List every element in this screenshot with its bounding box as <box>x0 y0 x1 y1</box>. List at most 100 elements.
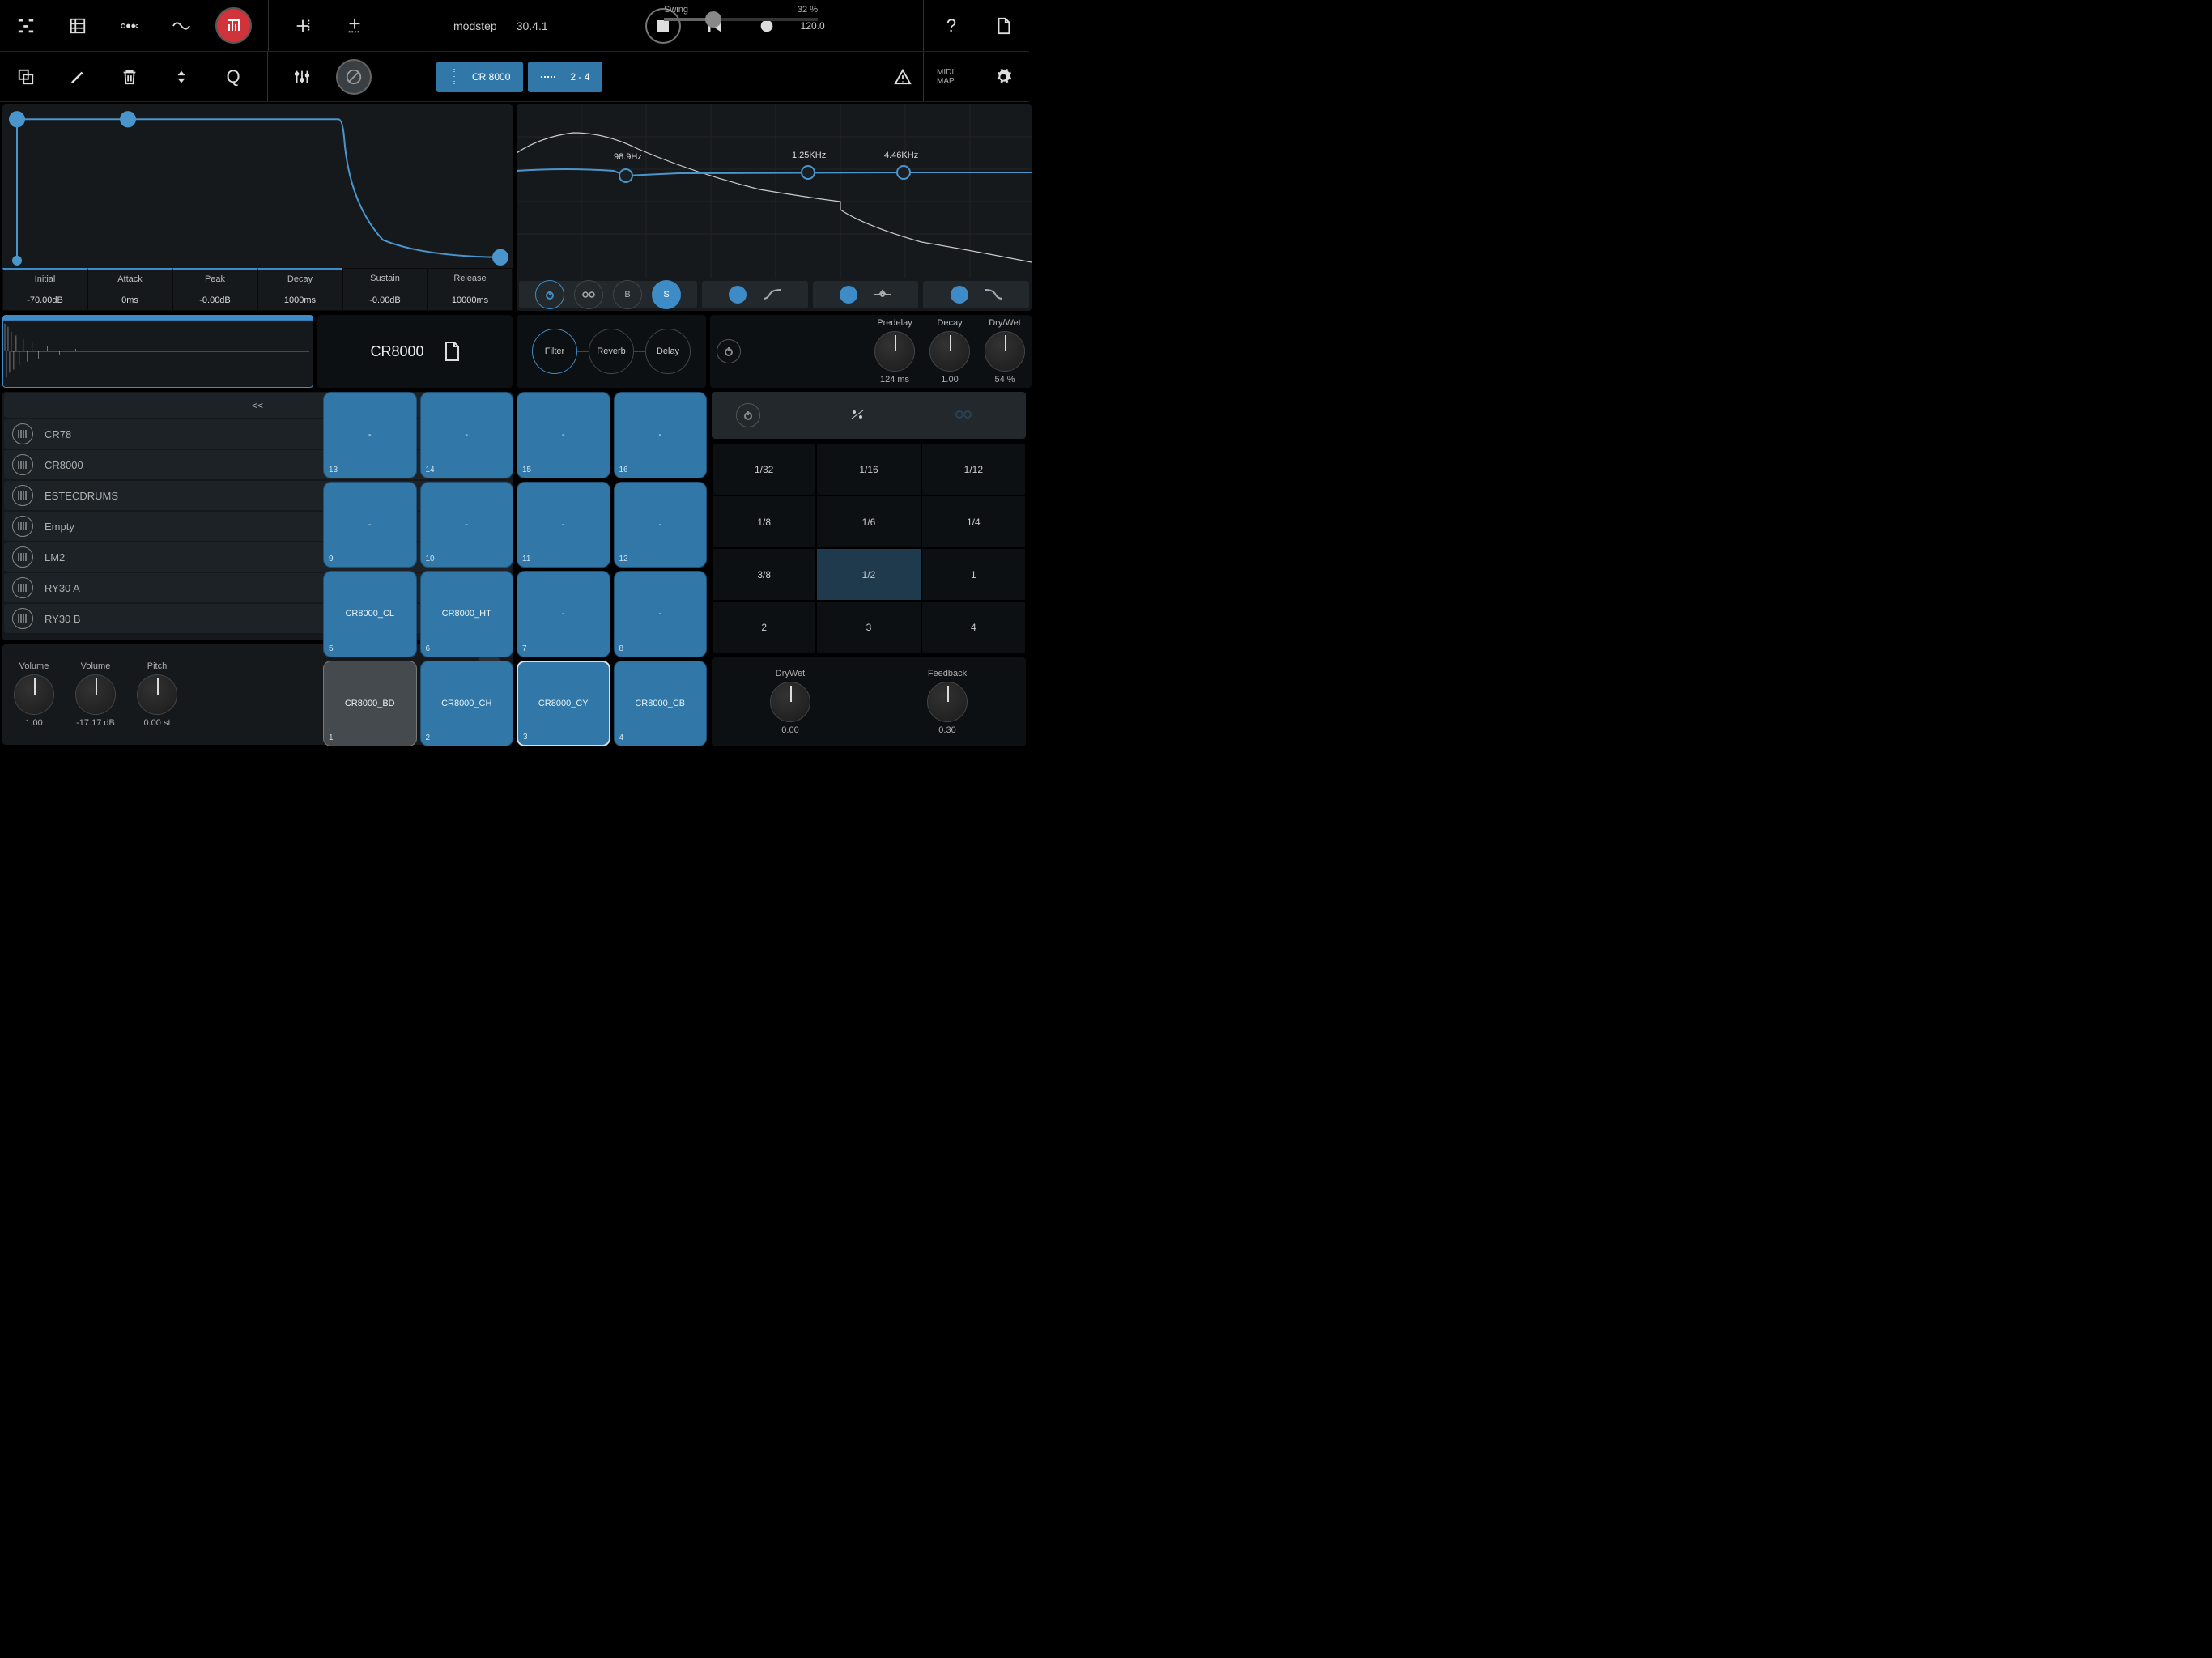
eq-graph[interactable]: 98.9Hz 1.25KHz 4.46KHz <box>517 104 1032 278</box>
kit-selector-label: CR 8000 <box>472 71 510 83</box>
eq-band-1[interactable] <box>702 281 808 308</box>
app-name: modstep <box>453 19 497 32</box>
pad-8[interactable]: - 8 <box>614 571 708 657</box>
delay-mode-icon[interactable] <box>849 409 866 423</box>
eq-link-button[interactable] <box>574 280 603 309</box>
delay-link-icon[interactable] <box>955 410 972 422</box>
wave-icon[interactable] <box>164 8 199 44</box>
swing-slider[interactable] <box>664 18 818 21</box>
eq-band-3[interactable] <box>923 281 1029 308</box>
envelope-graph[interactable] <box>2 104 513 268</box>
envelope-param-initial[interactable]: Initial-70.00dB <box>2 268 87 311</box>
delay-knobs: DryWet 0.00 Feedback 0.30 <box>712 657 1026 746</box>
knob-volume[interactable]: Volume 1.00 <box>14 661 54 728</box>
knob-decay[interactable]: Decay 1.00 <box>929 318 970 385</box>
delay-power-button[interactable] <box>736 403 760 427</box>
kit-selector[interactable]: CR 8000 <box>436 62 523 92</box>
pad-15[interactable]: - 15 <box>517 392 610 478</box>
knob-volume[interactable]: Volume -17.17 dB <box>75 661 116 728</box>
swing-label: Swing <box>664 5 688 15</box>
document-icon[interactable] <box>985 8 1021 44</box>
division-1-6[interactable]: 1/6 <box>816 495 921 548</box>
kit-icon <box>12 516 33 537</box>
mixer-icon[interactable] <box>284 59 320 95</box>
tempo-display[interactable]: 120.0 <box>801 20 825 32</box>
envelope-param-attack[interactable]: Attack0ms <box>87 268 172 311</box>
length-selector-label: 2 - 4 <box>570 71 589 83</box>
envelope-param-peak[interactable]: Peak-0.00dB <box>172 268 257 311</box>
pad-10[interactable]: - 10 <box>420 482 514 568</box>
help-icon[interactable]: ? <box>934 8 969 44</box>
length-selector[interactable]: 2 - 4 <box>528 62 602 92</box>
fx-reverb-node[interactable]: Reverb <box>589 329 634 374</box>
envelope-param-decay[interactable]: Decay1000ms <box>257 268 342 311</box>
kit-icon <box>12 454 33 475</box>
warning-icon[interactable] <box>885 59 921 95</box>
steps-icon[interactable] <box>112 8 147 44</box>
sort-icon[interactable] <box>164 59 199 95</box>
piano-roll-icon[interactable] <box>60 8 96 44</box>
midi-route-icon[interactable] <box>8 8 44 44</box>
division-4[interactable]: 4 <box>921 601 1026 653</box>
pad-4[interactable]: CR8000_CB 4 <box>614 661 708 747</box>
pad-7[interactable]: - 7 <box>517 571 610 657</box>
envelope-param-sustain[interactable]: Sustain-0.00dB <box>342 268 428 311</box>
edit-icon[interactable] <box>60 59 96 95</box>
pad-3[interactable]: CR8000_CY 3 <box>517 661 610 747</box>
division-1-8[interactable]: 1/8 <box>712 495 816 548</box>
division-1[interactable]: 1 <box>921 548 1026 601</box>
reverb-power-button[interactable] <box>717 339 741 363</box>
knob-drywet[interactable]: DryWet 0.00 <box>770 669 810 735</box>
division-1-2[interactable]: 1/2 <box>816 548 921 601</box>
pad-12[interactable]: - 12 <box>614 482 708 568</box>
eq-b-button[interactable]: B <box>613 280 642 309</box>
swing-value: 32 % <box>798 5 818 15</box>
pad-5[interactable]: CR8000_CL 5 <box>323 571 417 657</box>
eq-band-2[interactable] <box>813 281 919 308</box>
add-track-icon[interactable] <box>285 8 321 44</box>
division-1-32[interactable]: 1/32 <box>712 443 816 495</box>
envelope-panel: Initial-70.00dBAttack0msPeak-0.00dBDecay… <box>2 104 513 311</box>
pad-1[interactable]: CR8000_BD 1 <box>323 661 417 747</box>
fx-delay-node[interactable]: Delay <box>645 329 691 374</box>
division-1-4[interactable]: 1/4 <box>921 495 1026 548</box>
add-bar-icon[interactable] <box>337 8 372 44</box>
drum-module-button[interactable] <box>215 7 252 44</box>
drum-pads: - 13 - 14 - 15 - 16 - 9 - 10 - 11 - 12 C… <box>323 392 707 746</box>
pad-2[interactable]: CR8000_CH 2 <box>420 661 514 747</box>
delay-header <box>712 392 1026 439</box>
duplicate-icon[interactable] <box>8 59 44 95</box>
pad-16[interactable]: - 16 <box>614 392 708 478</box>
quantize-icon[interactable]: Q <box>215 59 251 95</box>
svg-text:98.9Hz: 98.9Hz <box>614 152 642 162</box>
eq-power-button[interactable] <box>535 280 564 309</box>
eq-s-button[interactable]: S <box>652 280 681 309</box>
division-2[interactable]: 2 <box>712 601 816 653</box>
division-1-16[interactable]: 1/16 <box>816 443 921 495</box>
mute-button[interactable] <box>336 59 372 95</box>
division-1-12[interactable]: 1/12 <box>921 443 1026 495</box>
pad-14[interactable]: - 14 <box>420 392 514 478</box>
kit-icon <box>12 577 33 598</box>
settings-icon[interactable] <box>985 59 1021 95</box>
knob-feedback[interactable]: Feedback 0.30 <box>927 669 968 735</box>
fx-filter-node[interactable]: Filter <box>532 329 577 374</box>
svg-text:4.46KHz: 4.46KHz <box>884 151 918 160</box>
app-version: 30.4.1 <box>517 19 548 32</box>
division-3-8[interactable]: 3/8 <box>712 548 816 601</box>
trash-icon[interactable] <box>112 59 147 95</box>
knob-dry/wet[interactable]: Dry/Wet 54 % <box>985 318 1025 385</box>
kit-icon <box>12 485 33 506</box>
midi-map-label[interactable]: MIDI MAP <box>937 68 969 86</box>
division-3[interactable]: 3 <box>816 601 921 653</box>
pad-11[interactable]: - 11 <box>517 482 610 568</box>
pad-13[interactable]: - 13 <box>323 392 417 478</box>
pad-9[interactable]: - 9 <box>323 482 417 568</box>
app-info: modstep 30.4.1 <box>453 19 548 32</box>
pad-6[interactable]: CR8000_HT 6 <box>420 571 514 657</box>
envelope-param-release[interactable]: Release10000ms <box>428 268 513 311</box>
knob-pitch[interactable]: Pitch 0.00 st <box>137 661 177 728</box>
knob-predelay[interactable]: Predelay 124 ms <box>874 318 915 385</box>
document-icon[interactable] <box>444 342 460 361</box>
waveform-display[interactable] <box>2 315 313 388</box>
